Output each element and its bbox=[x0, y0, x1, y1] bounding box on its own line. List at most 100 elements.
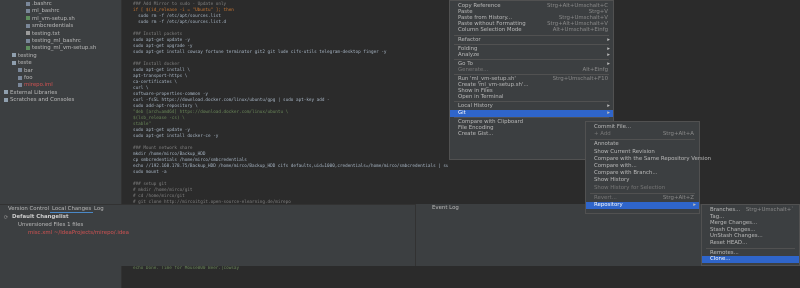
menu-item-column-selection-mode[interactable]: Column Selection Mode Alt+Umschalt+Einfg bbox=[450, 27, 613, 34]
menu-item-show-current-revision[interactable]: Show Current Revision bbox=[586, 149, 699, 156]
default-changelist[interactable]: Default Changelist bbox=[12, 214, 69, 221]
menu-item-label: Analyze bbox=[458, 51, 480, 58]
tree-item-bar[interactable]: bar bbox=[18, 68, 33, 75]
menu-item-reset-head[interactable]: Reset HEAD... bbox=[702, 240, 799, 247]
menu-item-clone[interactable]: Clone... bbox=[702, 256, 799, 264]
unversioned-files[interactable]: Unversioned Files 1 files bbox=[18, 222, 83, 229]
menu-separator bbox=[454, 34, 609, 36]
menu-item-label: Compare with Branch... bbox=[594, 170, 658, 177]
file-icon bbox=[26, 31, 30, 36]
menu-separator bbox=[590, 139, 695, 141]
tree-item-label: ml_bashrc bbox=[32, 8, 60, 15]
tree-item-label: foo bbox=[24, 75, 33, 81]
tree-item-label: teste bbox=[18, 60, 32, 67]
menu-item-repository[interactable]: Repository ▸ bbox=[586, 202, 699, 209]
menu-item-commit-file[interactable]: Commit File... bbox=[586, 124, 699, 131]
menu-item-label: Compare with the Same Repository Version bbox=[594, 155, 712, 162]
menu-item-analyze[interactable]: Analyze ▸ bbox=[450, 52, 613, 59]
tab-log[interactable]: Log bbox=[92, 206, 106, 213]
code-line: echo Done. Time for Mouse000 Beer.|cowsa… bbox=[133, 266, 240, 271]
tree-item-label: .bashrc bbox=[32, 1, 52, 7]
menu-item-label: Revert... bbox=[594, 194, 617, 201]
tab-version-control[interactable]: Version Control bbox=[6, 206, 51, 213]
menu-item-label: Commit File... bbox=[594, 124, 632, 130]
changed-file[interactable]: misc.xml ~/IdeaProjects/mirepo/.idea bbox=[28, 230, 129, 237]
tree-item-scratches-and-consoles[interactable]: Scratches and Consoles bbox=[4, 97, 74, 104]
menu-item-label: Generate... bbox=[458, 66, 489, 73]
tree-item-testing-txt[interactable]: testing.txt bbox=[26, 31, 60, 38]
tree-item-label: External Libraries bbox=[10, 89, 58, 96]
menu-item-shortcut: Strg+Alt+Z bbox=[662, 194, 694, 201]
file-icon bbox=[26, 23, 30, 28]
tab-local-changes[interactable]: Local Changes bbox=[50, 206, 94, 213]
menu-item-generate: Generate... Alt+Einfg bbox=[450, 67, 613, 74]
menu-item-label: Show History bbox=[594, 177, 630, 184]
tree-item-label: smbcredentials bbox=[32, 23, 74, 30]
tree-item-label: Scratches and Consoles bbox=[10, 97, 75, 104]
code-line: echo //192.168.178.75/Backup_HDD /home/m… bbox=[133, 164, 448, 169]
menu-item-compare-with[interactable]: Compare with... bbox=[586, 163, 699, 170]
file-icon bbox=[26, 8, 30, 13]
menu-item-compare-with-branch[interactable]: Compare with Branch... bbox=[586, 170, 699, 177]
tree-item-ml-vm-setup-sh[interactable]: ml_vm-setup.sh bbox=[26, 16, 75, 23]
file-icon bbox=[26, 38, 30, 43]
tree-item-label: bar bbox=[24, 67, 33, 74]
tree-item-label: testing_ml_bashrc bbox=[32, 38, 81, 44]
tree-item-testing-ml-bashrc[interactable]: testing_ml_bashrc bbox=[26, 38, 81, 45]
submenu-arrow-icon: ▸ bbox=[607, 51, 610, 58]
tree-item-testing[interactable]: testing bbox=[12, 53, 37, 60]
menu-item-label: Refactor bbox=[458, 36, 481, 43]
menu-item-shortcut: Alt+Einfg bbox=[582, 66, 608, 73]
submenu-arrow-icon: ▸ bbox=[607, 36, 610, 43]
menu-item-label: Annotate bbox=[594, 141, 619, 148]
git-submenu: Commit File... + Add Strg+Alt+A Annotate Sho… bbox=[585, 121, 711, 214]
menu-item-refactor[interactable]: Refactor ▸ bbox=[450, 37, 613, 44]
folder-icon bbox=[4, 97, 8, 102]
menu-item-show-history[interactable]: Show History bbox=[586, 177, 699, 184]
menu-item-git[interactable]: Git ▸ bbox=[450, 109, 613, 117]
tree-item-label: ml_vm-setup.sh bbox=[32, 15, 75, 22]
menu-separator bbox=[706, 247, 795, 249]
menu-item-shortcut: Alt+Umschalt+Einfg bbox=[552, 27, 608, 34]
tree-item-bashrc[interactable]: .bashrc bbox=[26, 1, 52, 8]
tree-item-label: testing bbox=[18, 52, 37, 59]
tree-item-external-libraries[interactable]: External Libraries bbox=[4, 90, 57, 97]
code-line: sudo mount -a bbox=[133, 170, 167, 175]
menu-item-compare-with-the-same-repository-version[interactable]: Compare with the Same Repository Version bbox=[586, 156, 711, 163]
changes-panel: ⟳ Default Changelist Unversioned Files 1… bbox=[0, 213, 415, 266]
code-line: sudo apt-get install docker-ce -y bbox=[133, 134, 219, 139]
menu-item-label: Show Current Revision bbox=[594, 148, 655, 155]
folder-icon bbox=[12, 60, 16, 65]
menu-item-open-in-terminal[interactable]: Open in Terminal bbox=[450, 94, 613, 101]
menu-item-annotate[interactable]: Annotate bbox=[586, 141, 699, 148]
menu-item-label: Reset HEAD... bbox=[710, 240, 748, 246]
tree-item-ml-bashrc[interactable]: ml_bashrc bbox=[26, 8, 59, 15]
tree-item-smbcredentials[interactable]: smbcredentials bbox=[26, 23, 73, 30]
menu-item-revert: Revert... Strg+Alt+Z bbox=[586, 195, 699, 202]
file-icon bbox=[26, 1, 30, 6]
code-line: sudo rm -f /etc/apt/sources.list.d bbox=[133, 20, 227, 25]
menu-item-label: Compare with... bbox=[594, 163, 637, 169]
menu-item-label: Column Selection Mode bbox=[458, 27, 522, 34]
menu-separator bbox=[454, 43, 609, 45]
tab-event-log[interactable]: Event Log bbox=[430, 205, 461, 212]
repository-submenu: Branches... Strg+Umschalt+` Tag... Merge Ch… bbox=[701, 204, 800, 266]
menu-item-label: + Add bbox=[594, 131, 611, 138]
tree-item-mirepo-iml[interactable]: mirepo.iml bbox=[18, 82, 53, 89]
menu-item-label: Show History for Selection bbox=[594, 184, 666, 191]
tree-item-teste[interactable]: teste bbox=[12, 60, 32, 67]
menu-item-label: Git bbox=[458, 109, 466, 116]
menu-item-label: Create Gist... bbox=[458, 130, 494, 137]
file-icon bbox=[26, 45, 30, 50]
tree-item-testing-ml-vm-setup-sh[interactable]: testing_ml_vm-setup.sh bbox=[26, 45, 96, 52]
submenu-arrow-icon: ▸ bbox=[693, 202, 696, 208]
menu-separator bbox=[454, 116, 609, 118]
refresh-icon[interactable]: ⟳ bbox=[2, 215, 10, 222]
menu-separator bbox=[454, 101, 609, 103]
code-line: sudo apt-get install cowsay fortune term… bbox=[133, 50, 387, 55]
tree-item-foo[interactable]: foo bbox=[18, 75, 33, 82]
folder-icon bbox=[4, 90, 8, 95]
menu-separator bbox=[454, 74, 609, 75]
file-icon bbox=[26, 16, 30, 21]
file-icon bbox=[18, 68, 22, 73]
